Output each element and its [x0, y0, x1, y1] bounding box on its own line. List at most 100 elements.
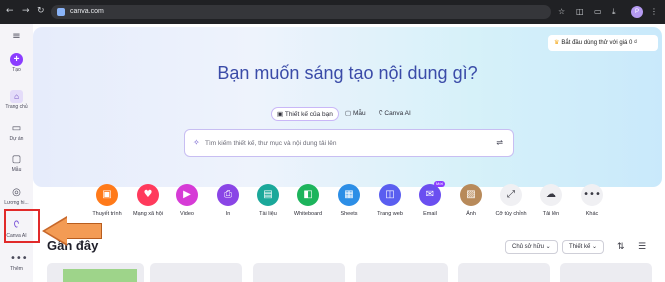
- shortcut-label: Mạng xã hội: [133, 211, 163, 217]
- sidebar-item-create[interactable]: + Tạo: [0, 53, 33, 73]
- shortcut-play[interactable]: ▶ Video: [166, 184, 208, 218]
- tab-label: Canva AI: [384, 110, 411, 117]
- sidebar-item-home[interactable]: ⌂ Trang chủ: [0, 90, 33, 110]
- shortcut-more[interactable]: ••• Khác: [571, 184, 613, 218]
- crown-icon: ♛: [554, 40, 560, 46]
- site-icon: [57, 8, 65, 16]
- sort-icon[interactable]: ⇅: [617, 241, 625, 253]
- shortcut-document[interactable]: ▤ Tài liệu: [247, 184, 289, 218]
- search-input[interactable]: [205, 138, 475, 149]
- filter-icon[interactable]: ⇌: [496, 138, 503, 148]
- hero-title: Bạn muốn sáng tạo nội dung gì?: [217, 63, 478, 83]
- folder-icon: ▭: [11, 123, 22, 134]
- profile-avatar[interactable]: P: [631, 6, 643, 18]
- sidebar-item-templates[interactable]: ▢ Mẫu: [0, 153, 33, 173]
- sidebar: ≡ + Tạo ⌂ Trang chủ ▭ Dự án ▢ Mẫu ◎ Lươn…: [0, 24, 33, 282]
- sidebar-item-brand[interactable]: ◎ Lương hi...: [0, 186, 33, 206]
- recent-design-card[interactable]: [253, 263, 345, 282]
- photo-icon: ▨: [460, 184, 482, 206]
- owner-filter-dropdown[interactable]: Chủ sở hữu ⌄: [505, 240, 558, 254]
- shortcut-website[interactable]: ◫ Trang web: [369, 184, 411, 218]
- email-icon: ✉: [419, 184, 441, 206]
- search-box[interactable]: ✧ ⇌: [184, 129, 514, 157]
- shortcut-whiteboard[interactable]: ◧ Whiteboard: [287, 184, 329, 218]
- kebab-menu-icon[interactable]: ⋮: [650, 6, 658, 18]
- arrow-left-icon[interactable]: ←: [6, 5, 14, 17]
- chevron-down-icon: ⌄: [592, 244, 598, 250]
- play-icon: ▶: [176, 184, 198, 206]
- type-filter-label: Thiết kế: [569, 244, 591, 250]
- tab-canva-ai[interactable]: ᢗ Canva AI: [374, 107, 416, 121]
- shortcut-label: Khác: [585, 211, 599, 217]
- more-icon: •••: [581, 184, 603, 206]
- design-icon: ▣: [277, 111, 285, 118]
- template-icon: ▢: [11, 154, 22, 165]
- browser-toolbar: ← → ↻ canva.com ☆ ◫ ▭ ⤓ P ⋮: [0, 0, 665, 24]
- shortcut-label: Email: [423, 211, 437, 217]
- sheets-icon: ▦: [338, 184, 360, 206]
- menu-icon: ≡: [12, 31, 21, 42]
- design-thumbnail: [63, 269, 137, 282]
- heart-icon: ♥: [137, 184, 159, 206]
- sidebar-item-label: Lương hi...: [4, 200, 29, 206]
- tab-label: Mẫu: [352, 110, 366, 117]
- shortcut-upload[interactable]: ☁ Tải lên: [530, 184, 572, 218]
- arrow-annotation-head-fill: [45, 218, 67, 244]
- type-filter-dropdown[interactable]: Thiết kế ⌄: [562, 240, 605, 254]
- extensions-icon[interactable]: ◫: [576, 6, 584, 18]
- shortcut-label: Whiteboard: [293, 211, 323, 217]
- panel-icon[interactable]: ▭: [594, 6, 602, 18]
- plus-icon: +: [10, 53, 23, 66]
- recent-design-card[interactable]: [356, 263, 448, 282]
- shortcut-email[interactable]: ✉ Mới Email: [409, 181, 451, 218]
- shortcut-presentation[interactable]: ▣ Thuyết trình: [86, 184, 128, 218]
- shortcut-label: In: [225, 211, 231, 217]
- list-view-icon[interactable]: ☰: [638, 241, 646, 253]
- shortcut-resize[interactable]: ⤢ Cỡ tùy chỉnh: [490, 184, 532, 218]
- star-icon[interactable]: ☆: [558, 6, 565, 18]
- reload-icon[interactable]: ↻: [37, 5, 45, 17]
- shortcut-heart[interactable]: ♥ Mạng xã hội: [127, 184, 169, 218]
- tab-templates[interactable]: ▢ Mẫu: [340, 107, 371, 121]
- shortcut-print[interactable]: ⎙ In: [207, 184, 249, 218]
- canva-home-page: ← → ↻ canva.com ☆ ◫ ▭ ⤓ P ⋮ ≡ + Tạo ⌂ Tr…: [0, 0, 665, 282]
- tab-your-designs[interactable]: ▣ Thiết kế của bạn: [271, 107, 339, 121]
- presentation-icon: ▣: [96, 184, 118, 206]
- shortcut-label: Ảnh: [466, 211, 476, 217]
- canva-ai-highlight: [4, 209, 40, 243]
- recent-design-card[interactable]: [560, 263, 652, 282]
- shortcut-sheets[interactable]: ▦ Sheets: [328, 184, 370, 218]
- sidebar-menu[interactable]: ≡: [0, 30, 33, 43]
- sidebar-item-more[interactable]: ••• Thêm: [0, 252, 33, 272]
- search-sparkle-icon: ✧: [193, 138, 200, 147]
- arrow-right-icon[interactable]: →: [22, 5, 30, 17]
- sidebar-item-label: Mẫu: [11, 167, 22, 173]
- new-badge: Mới: [434, 181, 445, 187]
- download-icon[interactable]: ⤓: [612, 6, 616, 18]
- document-icon: ▤: [257, 184, 279, 206]
- more-icon: •••: [10, 253, 28, 264]
- shortcut-label: Sheets: [340, 211, 358, 217]
- owner-filter-label: Chủ sở hữu: [512, 244, 544, 250]
- tab-label: Thiết kế của bạn: [284, 111, 333, 118]
- shortcut-label: Trang web: [377, 211, 403, 217]
- hero-tabs: ▣ Thiết kế của bạn ▢ Mẫu ᢗ Canva AI: [33, 107, 662, 121]
- trial-promo-button[interactable]: ♛ Bắt đầu dùng thử với giá 0 ₫: [548, 35, 658, 51]
- shortcut-label: Thuyết trình: [92, 211, 122, 217]
- shortcut-label: Tài liệu: [259, 211, 277, 217]
- sidebar-item-projects[interactable]: ▭ Dự án: [0, 122, 33, 142]
- recent-design-card[interactable]: [150, 263, 242, 282]
- recent-design-card[interactable]: [458, 263, 550, 282]
- shortcut-label: Cỡ tùy chỉnh: [495, 211, 527, 217]
- website-icon: ◫: [379, 184, 401, 206]
- sidebar-item-label: Trang chủ: [5, 104, 28, 110]
- template-icon: ▢: [345, 110, 353, 117]
- shortcut-photo[interactable]: ▨ Ảnh: [450, 184, 492, 218]
- upload-icon: ☁: [540, 184, 562, 206]
- whiteboard-icon: ◧: [297, 184, 319, 206]
- address-bar[interactable]: canva.com: [51, 5, 551, 19]
- arrow-annotation-body: [66, 223, 102, 239]
- home-icon: ⌂: [10, 90, 23, 103]
- shortcut-label: Video: [180, 211, 194, 217]
- sidebar-item-label: Thêm: [10, 266, 23, 272]
